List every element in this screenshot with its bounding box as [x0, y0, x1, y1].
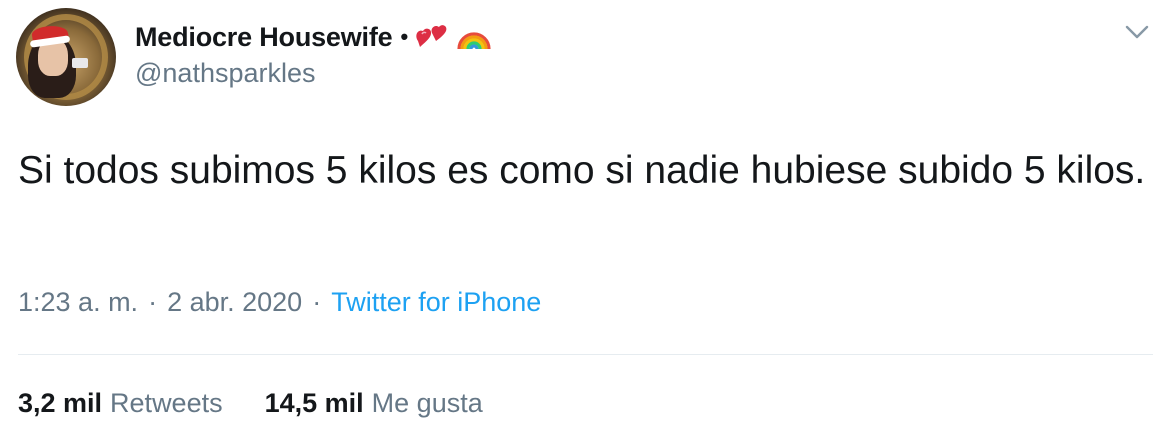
tweet-stats: 3,2 mil Retweets 14,5 mil Me gusta: [18, 388, 483, 419]
likes-stat[interactable]: 14,5 mil Me gusta: [265, 388, 483, 419]
tweet-source-link[interactable]: Twitter for iPhone: [331, 287, 541, 318]
divider: [18, 354, 1153, 355]
name-separator: •: [400, 24, 409, 49]
tweet-meta: 1:23 a. m. · 2 abr. 2020 · Twitter for i…: [18, 287, 541, 318]
retweets-stat[interactable]: 3,2 mil Retweets: [18, 388, 223, 419]
rainbow-icon: [457, 32, 491, 50]
phone: [72, 58, 88, 68]
meta-separator: ·: [312, 287, 322, 317]
tweet-time[interactable]: 1:23 a. m.: [18, 287, 138, 318]
avatar[interactable]: [16, 8, 116, 106]
likes-count: 14,5 mil: [264, 388, 364, 418]
tweet-date[interactable]: 2 abr. 2020: [167, 287, 302, 318]
two-hearts-icon: [416, 25, 447, 47]
chevron-down-icon[interactable]: [1124, 22, 1150, 42]
author-name-row[interactable]: Mediocre Housewife •: [135, 18, 492, 56]
meta-separator: ·: [148, 287, 158, 317]
tweet-card: Mediocre Housewife • @nathsparkles Si to…: [0, 0, 1162, 446]
display-name[interactable]: Mediocre Housewife: [135, 22, 393, 53]
retweets-count: 3,2 mil: [18, 388, 103, 418]
user-handle[interactable]: @nathsparkles: [135, 58, 316, 89]
likes-label: Me gusta: [371, 388, 483, 418]
tweet-text: Si todos subimos 5 kilos es como si nadi…: [18, 149, 1146, 192]
retweets-label: Retweets: [110, 388, 223, 418]
